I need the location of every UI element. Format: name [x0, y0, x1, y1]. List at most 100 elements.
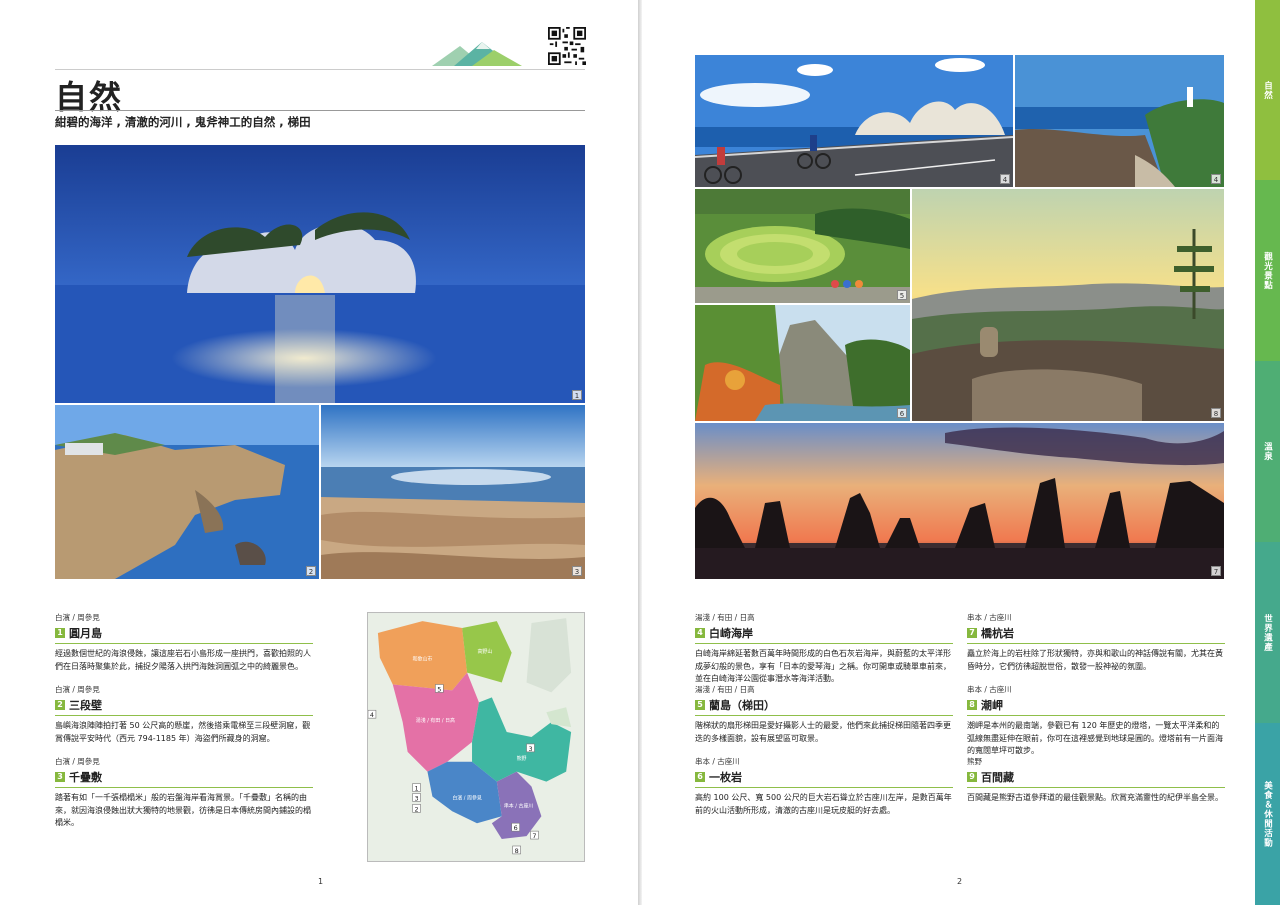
spot-entry-shionomisaki: 串本 / 古座川 8 潮岬 潮岬是本州的最南端，參觀已有 120 年歷史的燈塔，一…	[967, 684, 1225, 758]
photo-senjojiki: 3	[321, 405, 585, 579]
map-marker-label: 8	[515, 847, 519, 855]
tab-nature[interactable]: 自然	[1255, 0, 1280, 180]
spot-number-badge: 2	[55, 700, 65, 710]
spot-entry-senjojiki: 白濱 / 周參見 3 千疊敷 踏著有如「一千張榻榻米」般的岩盤海岸看海賞景。「千疊…	[55, 756, 313, 830]
spot-name: 百間藏	[981, 771, 1014, 784]
photo-number: 4	[1000, 174, 1010, 184]
spot-description: 白崎海岸綿延著數百萬年時間形成的白色石灰岩海岸，與蔚藍的太平洋形成夢幻般的景色，…	[695, 649, 951, 683]
spot-description: 階梯狀的扇形梯田是愛好攝影人士的最愛，他們來此捕捉梯田隨著四季更迭的多樣面貌，設…	[695, 721, 951, 743]
page-subtitle: 紺碧的海洋 , 清澈的河川 , 鬼斧神工的自然 , 梯田	[55, 115, 311, 129]
photo-number: 3	[572, 566, 582, 576]
spot-entry-aragijima: 湯淺 / 有田 / 日高 5 藺島（梯田） 階梯狀的扇形梯田是愛好攝影人士的最愛，…	[695, 684, 953, 745]
mountain-logo-icon	[432, 42, 522, 66]
page-number-left: 1	[318, 877, 324, 886]
spot-location: 白濱 / 周參見	[55, 613, 100, 622]
map-marker-label: 7	[532, 832, 536, 840]
map-marker-label: 5	[437, 685, 441, 693]
spot-description: 潮岬是本州的最南端，參觀已有 120 年歷史的燈塔，一覽太平洋柔和的弧線無盡延伸…	[967, 721, 1223, 755]
map-region-label: 高野山	[478, 648, 493, 655]
photo-mountain-sunset: 8	[912, 189, 1224, 421]
spot-location: 白濱 / 周參見	[55, 685, 100, 694]
photo-shirasaki-cycling: 4	[695, 55, 1013, 187]
spot-entry-ichimaiiwa: 串本 / 古座川 6 一枚岩 高約 100 公尺、寬 500 公尺的巨大岩石聳立於…	[695, 756, 953, 817]
photo-autumn-gorge: 6	[695, 305, 910, 421]
map-region-label: 白濱 / 周參見	[452, 794, 482, 801]
tab-label: 觀光景點	[1262, 251, 1273, 290]
spot-entry-hyakkengura: 熊野 9 百間藏 百間藏是熊野古道參拜道的最佳觀景點。欣賞充滿靈性的紀伊半島全景。	[967, 756, 1225, 805]
map-marker-label: 2	[414, 805, 418, 813]
spot-entry-engetsu: 白濱 / 周參見 1 圓月島 經過數個世紀的海浪侵蝕，讓這座岩石小島形成一座拱門，…	[55, 612, 313, 673]
map-region-label: 湯淺 / 有田 / 日高	[416, 717, 455, 724]
spot-name: 三段壁	[69, 699, 102, 712]
map-marker-label: 3	[528, 745, 532, 753]
map-region-label: 串本 / 古座川	[504, 802, 534, 809]
spot-description: 百間藏是熊野古道參拜道的最佳觀景點。欣賞充滿靈性的紀伊半島全景。	[967, 793, 1223, 802]
tab-onsen[interactable]: 溫泉	[1255, 361, 1280, 542]
photo-number: 4	[1211, 174, 1221, 184]
spot-number-badge: 9	[967, 772, 977, 782]
section-tabs: 自然 觀光景點 溫泉 世界遺產 美食＆休閒活動	[1255, 0, 1280, 905]
page-number-right: 2	[957, 877, 963, 886]
spot-number-badge: 1	[55, 628, 65, 638]
photo-number: 1	[572, 390, 582, 400]
photo-number: 6	[897, 408, 907, 418]
map-marker-label: 6	[514, 824, 518, 832]
qr-code-icon[interactable]	[548, 27, 586, 65]
spot-location: 白濱 / 周參見	[55, 757, 100, 766]
tab-label: 溫泉	[1262, 442, 1273, 461]
tab-label: 自然	[1262, 80, 1273, 100]
map-marker-label: 4	[370, 711, 374, 719]
tab-label: 美食＆休閒活動	[1262, 780, 1273, 848]
spot-number-badge: 8	[967, 700, 977, 710]
map-region-label: 熊野	[517, 755, 527, 762]
region-map[interactable]: 5 4 3 1 3 2 6 7 8 和歌山市 高野山 湯淺 / 有田 / 日高 …	[367, 612, 585, 862]
spot-name: 藺島（梯田）	[709, 699, 775, 712]
photo-number: 8	[1211, 408, 1221, 418]
map-marker-label: 1	[414, 785, 418, 793]
tab-label: 世界遺產	[1262, 613, 1273, 652]
title-divider	[55, 110, 585, 111]
photo-number: 5	[897, 290, 907, 300]
map-region-label: 和歌山市	[413, 656, 433, 663]
spot-location: 串本 / 古座川	[967, 613, 1012, 622]
tab-sightseeing[interactable]: 觀光景點	[1255, 180, 1280, 361]
spot-name: 橋杭岩	[981, 627, 1014, 640]
photo-number: 7	[1211, 566, 1221, 576]
map-marker-label: 3	[414, 794, 418, 802]
spot-name: 千疊敷	[69, 771, 102, 784]
page-title: 自然	[55, 78, 124, 116]
photo-lighthouse: 4	[1015, 55, 1224, 187]
photo-engetsu-island: 1	[55, 145, 585, 403]
spot-name: 潮岬	[981, 699, 1003, 712]
spot-entry-hashikuiiwa: 串本 / 古座川 7 橋杭岩 矗立於海上的岩柱除了形狀獨特，亦與和歌山的神話傳說有…	[967, 612, 1225, 673]
spot-name: 一枚岩	[709, 771, 742, 784]
spot-location: 湯淺 / 有田 / 日高	[695, 613, 755, 622]
photo-rice-terraces: 5	[695, 189, 910, 303]
spot-number-badge: 6	[695, 772, 705, 782]
spot-number-badge: 7	[967, 628, 977, 638]
tab-world-heritage[interactable]: 世界遺產	[1255, 542, 1280, 723]
spot-entry-sandanheki: 白濱 / 周參見 2 三段壁 島嶼海浪陣陣拍打著 50 公尺高的懸崖，然後搭乘電梯…	[55, 684, 313, 745]
spot-entry-shirasaki: 湯淺 / 有田 / 日高 4 白崎海岸 白崎海岸綿延著數百萬年時間形成的白色石灰岩…	[695, 612, 953, 686]
photo-hashikuiiwa: 7	[695, 423, 1224, 579]
photo-sandanheki: 2	[55, 405, 319, 579]
tab-food-leisure[interactable]: 美食＆休閒活動	[1255, 723, 1280, 905]
spot-description: 高約 100 公尺、寬 500 公尺的巨大岩石聳立於古座川左岸，是數百萬年前的火…	[695, 793, 952, 815]
left-page: 自然 紺碧的海洋 , 清澈的河川 , 鬼斧神工的自然 , 梯田 1 2 3 白濱…	[0, 0, 638, 905]
right-page: 4 4 5 6 8 7 湯淺 / 有田 / 日高 4 白崎海岸 白崎海岸綿延著數…	[642, 0, 1255, 905]
spot-description: 矗立於海上的岩柱除了形狀獨特，亦與和歌山的神話傳說有關，尤其在黃昏時分，它們彷彿…	[967, 649, 1223, 671]
spot-number-badge: 5	[695, 700, 705, 710]
title-top-rule	[55, 69, 585, 70]
spot-location: 熊野	[967, 757, 982, 766]
spot-location: 串本 / 古座川	[695, 757, 740, 766]
photo-number: 2	[306, 566, 316, 576]
spot-description: 踏著有如「一千張榻榻米」般的岩盤海岸看海賞景。「千疊敷」名稱的由來，就因海浪侵蝕…	[55, 793, 311, 827]
spot-location: 串本 / 古座川	[967, 685, 1012, 694]
spot-description: 經過數個世紀的海浪侵蝕，讓這座岩石小島形成一座拱門，喜歡拍照的人們在日落時聚集於…	[55, 649, 311, 671]
spot-location: 湯淺 / 有田 / 日高	[695, 685, 755, 694]
spot-name: 白崎海岸	[709, 627, 753, 640]
spot-name: 圓月島	[69, 627, 102, 640]
spot-number-badge: 3	[55, 772, 65, 782]
spot-number-badge: 4	[695, 628, 705, 638]
spot-description: 島嶼海浪陣陣拍打著 50 公尺高的懸崖，然後搭乘電梯至三段壁洞窟，觀賞傳說平安時…	[55, 721, 311, 743]
